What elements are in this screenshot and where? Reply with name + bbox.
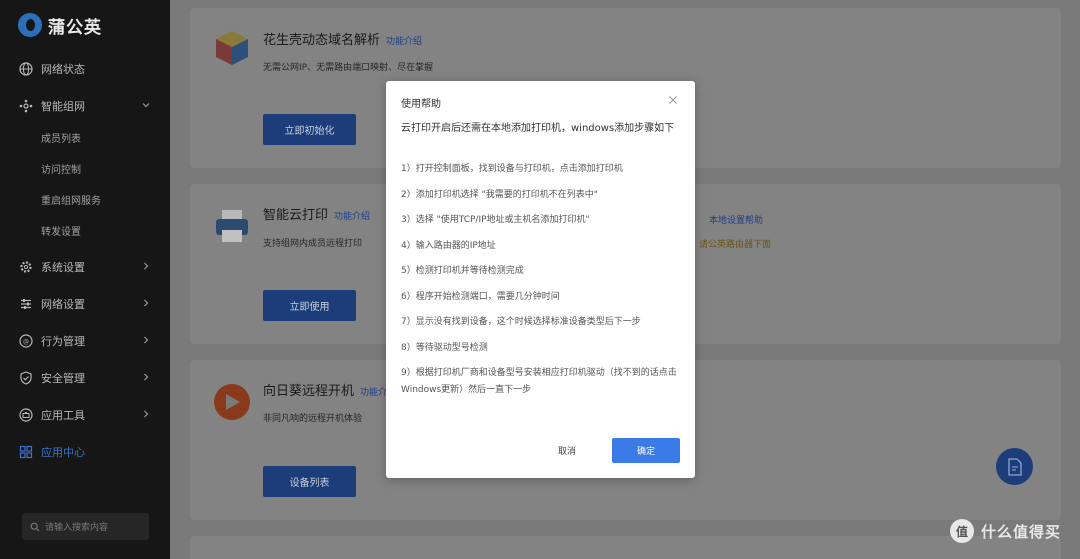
watermark-logo: 值 — [950, 519, 974, 543]
printer-icon — [216, 210, 248, 242]
help-step: 9）根据打印机厂商和设备型号安装相应打印机驱动（找不到的话点击Windows更新… — [401, 368, 677, 395]
network-icon — [19, 99, 33, 112]
grid-icon — [19, 445, 33, 458]
sidebar-item-label: 应用工具 — [41, 408, 85, 422]
card-description: 无需公网IP、无需路由端口映射、尽在掌握 — [263, 63, 434, 73]
help-step: 4）输入路由器的IP地址 — [401, 240, 496, 251]
sidebar-item-network-settings[interactable]: 网络设置 — [0, 285, 170, 322]
help-step: 5）检测打印机并等待检测完成 — [401, 266, 524, 276]
device-list-button[interactable]: 设备列表 — [263, 466, 356, 497]
help-step: 2）添加打印机选择 "我需要的打印机不在列表中" — [401, 189, 598, 200]
sidebar-subitem-members[interactable]: 成员列表 — [0, 124, 170, 155]
card-title: 向日葵远程开机 功能介绍 — [263, 384, 397, 399]
help-steps-list: 1）打开控制面板，找到设备与打印机，点击添加打印机 2）添加打印机选择 "我需要… — [401, 161, 681, 408]
card-title: 智能云打印 功能介绍 — [263, 208, 371, 223]
briefcase-icon — [19, 407, 33, 422]
sidebar-item-label: 网络状态 — [41, 62, 85, 76]
chevron-right-icon — [144, 410, 149, 418]
chevron-right-icon — [144, 299, 149, 307]
sidebar-item-label: 安全管理 — [41, 371, 85, 385]
sidebar-item-app-tools[interactable]: 应用工具 — [0, 396, 170, 433]
sidebar-item-system-settings[interactable]: 系统设置 — [0, 248, 170, 285]
sidebar-search-input[interactable]: 请输入搜索内容 — [22, 513, 149, 540]
confirm-button[interactable]: 确定 — [612, 438, 680, 463]
chevron-right-icon — [144, 262, 149, 270]
card-description: 支持组网内成员远程打印 — [263, 239, 363, 249]
sliders-icon — [21, 298, 31, 309]
sidebar-item-app-center[interactable]: 应用中心 — [0, 433, 170, 470]
local-setup-help-link[interactable]: 本地设置帮助 — [709, 213, 763, 226]
card-title: 花生壳动态域名解析 功能介绍 — [263, 33, 423, 48]
shield-icon — [20, 370, 32, 385]
feedback-fab[interactable] — [996, 448, 1033, 485]
sidebar-subitem-restart-service[interactable]: 重启组网服务 — [0, 186, 170, 217]
brand[interactable]: 蒲公英 — [0, 0, 170, 50]
initialize-button[interactable]: 立即初始化 — [263, 114, 356, 145]
sidebar-item-smart-network[interactable]: 智能组网 — [0, 87, 170, 124]
app-card-partial — [190, 536, 1061, 559]
use-now-button[interactable]: 立即使用 — [263, 290, 356, 321]
help-step: 3）选择 "使用TCP/IP地址或主机名添加打印机" — [401, 215, 590, 225]
close-icon[interactable] — [667, 94, 679, 106]
behavior-icon: @ — [19, 333, 33, 348]
sidebar-item-security[interactable]: 安全管理 — [0, 359, 170, 396]
svg-text:@: @ — [23, 338, 29, 345]
feature-intro-link[interactable]: 功能介绍 — [386, 37, 422, 47]
chevron-down-icon — [142, 103, 150, 108]
help-step: 6）程序开始检测端口，需要几分钟时间 — [401, 291, 560, 302]
brand-name: 蒲公英 — [48, 17, 102, 38]
watermark-text: 什么值得买 — [981, 522, 1062, 541]
sidebar: 蒲公英 网络状态 智能组网 成员列表 访问控制 重启组网服务 转发设置 系统设置… — [0, 0, 170, 559]
modal-intro: 云打印开启后还需在本地添加打印机，windows添加步骤如下 — [401, 123, 675, 134]
search-placeholder: 请输入搜索内容 — [45, 523, 109, 533]
card-description: 非同凡响的远程开机体验 — [263, 414, 363, 424]
chevron-right-icon — [144, 336, 149, 344]
watermark: 值 什么值得买 — [950, 519, 1061, 543]
search-icon — [30, 522, 40, 531]
cancel-button[interactable]: 取消 — [539, 438, 595, 463]
sidebar-item-label: 智能组网 — [41, 99, 85, 113]
sidebar-item-network-status[interactable]: 网络状态 — [0, 50, 170, 87]
edit-document-icon — [1007, 457, 1022, 476]
help-modal: 使用帮助 云打印开启后还需在本地添加打印机，windows添加步骤如下 1）打开… — [386, 81, 695, 478]
feature-intro-link[interactable]: 功能介绍 — [334, 212, 370, 222]
help-step: 1）打开控制面板，找到设备与打印机，点击添加打印机 — [401, 164, 623, 174]
modal-title: 使用帮助 — [401, 99, 441, 110]
sidebar-item-label: 系统设置 — [41, 260, 85, 274]
sidebar-subitem-access-control[interactable]: 访问控制 — [0, 155, 170, 186]
globe-icon — [19, 61, 33, 76]
router-note: 请公英路由器下面 — [699, 240, 772, 250]
help-step: 7）显示没有找到设备，这个时候选择标准设备类型后下一步 — [401, 317, 641, 327]
gear-icon — [20, 260, 32, 273]
help-step: 8）等待驱动型号检测 — [401, 342, 488, 353]
chevron-right-icon — [144, 373, 149, 381]
sidebar-item-label: 行为管理 — [41, 334, 85, 348]
sunflower-icon — [214, 384, 250, 420]
sidebar-item-behavior-management[interactable]: @ 行为管理 — [0, 322, 170, 359]
sidebar-subitem-forwarding[interactable]: 转发设置 — [0, 217, 170, 248]
brand-logo-icon — [18, 13, 42, 37]
sidebar-item-label: 应用中心 — [41, 445, 85, 459]
sidebar-item-label: 网络设置 — [41, 297, 85, 311]
cube-icon — [216, 31, 248, 65]
